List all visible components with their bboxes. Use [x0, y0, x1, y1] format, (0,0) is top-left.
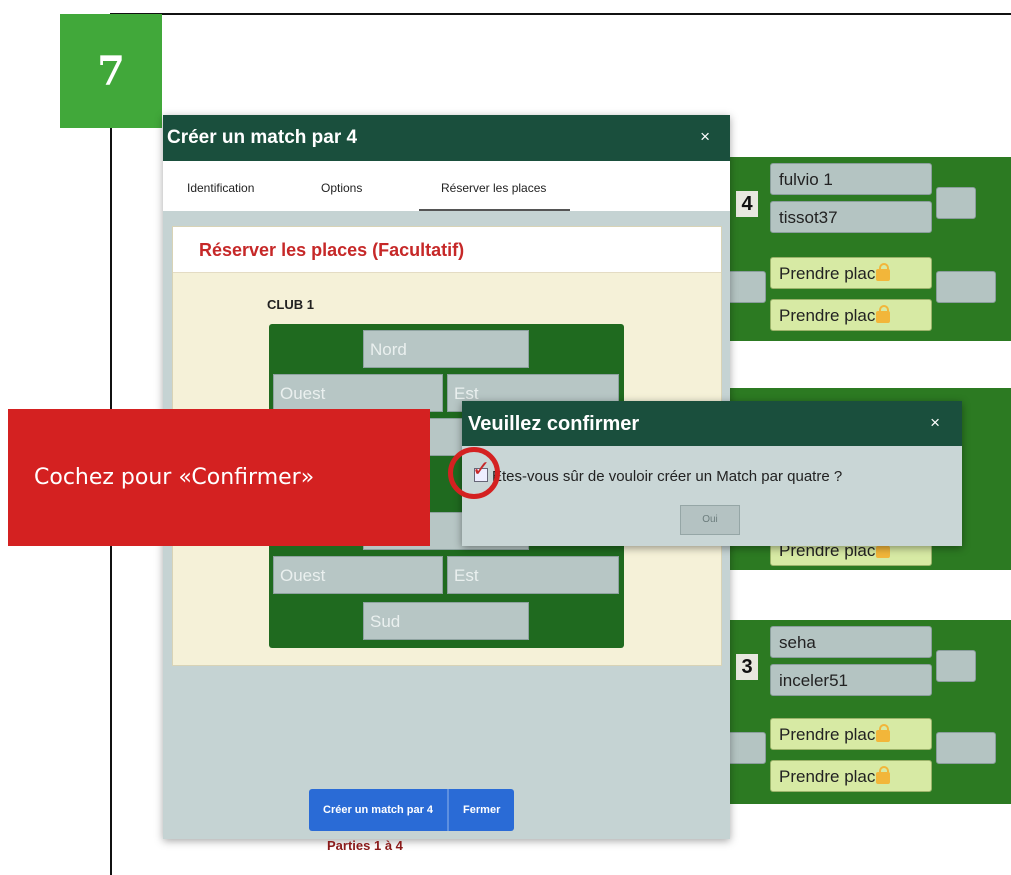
close-button[interactable]: Fermer [449, 789, 515, 831]
confirm-question: Êtes-vous sûr de vouloir créer un Match … [492, 468, 843, 485]
tab-options[interactable]: Options [321, 181, 362, 195]
take-seat-label: Prendre plac [779, 306, 876, 325]
seat-west-2[interactable]: Ouest [273, 556, 443, 594]
background-table-3: 3 seha inceler51 Prendre plac Prendre pl… [720, 620, 1011, 804]
player-name: fulvio 1 [770, 163, 932, 195]
step-badge: 7 [60, 14, 162, 128]
player-name: inceler51 [770, 664, 932, 696]
take-seat-label: Prendre plac [779, 725, 876, 744]
background-partial-text: Parties 1 à 4 [327, 838, 403, 853]
confirm-title: Veuillez confirmer [468, 413, 640, 435]
seat-north-1[interactable]: Nord [363, 330, 529, 368]
take-seat-button[interactable]: Prendre plac [770, 760, 932, 792]
background-table-1: 4 fulvio 1 tissot37 Prendre plac Prendre… [720, 157, 1011, 341]
dialog-header: Créer un match par 4 × [163, 115, 730, 161]
table-number: 4 [736, 191, 758, 217]
close-icon[interactable]: × [700, 127, 710, 147]
table-action-icon[interactable] [936, 650, 976, 682]
player-name: seha [770, 626, 932, 658]
seat-west-1[interactable]: Ouest [273, 374, 443, 412]
confirm-dialog: Veuillez confirmer × ✓ Êtes-vous sûr de … [462, 401, 962, 546]
table-number: 3 [736, 654, 758, 680]
take-seat-button[interactable]: Prendre plac [770, 718, 932, 750]
lock-icon [876, 262, 891, 281]
tab-reserve-seats[interactable]: Réserver les places [419, 181, 571, 211]
player-name: tissot37 [770, 201, 932, 233]
panel-header: Réserver les places (Facultatif) [173, 227, 721, 273]
club-label: CLUB 1 [267, 297, 314, 312]
lock-icon [876, 723, 891, 742]
lock-icon [876, 765, 891, 784]
close-icon[interactable]: × [930, 413, 940, 433]
seat-east-2[interactable]: Est [447, 556, 619, 594]
callout-text: Cochez pour «Confirmer» [34, 465, 315, 490]
tab-bar: Identification Options Réserver les plac… [163, 161, 730, 211]
take-seat-button[interactable]: Prendre plac [770, 299, 932, 331]
yes-button[interactable]: Oui [680, 505, 740, 535]
table-action-icon[interactable] [936, 187, 976, 219]
panel-title: Réserver les places (Facultatif) [199, 240, 465, 260]
instruction-callout: Cochez pour «Confirmer» [8, 409, 430, 546]
take-seat-label: Prendre plac [779, 264, 876, 283]
dialog-footer-buttons: Créer un match par 4 Fermer [309, 789, 515, 831]
lock-icon [876, 539, 891, 558]
seat-south-2[interactable]: Sud [363, 602, 529, 640]
take-seat-label: Prendre plac [779, 767, 876, 786]
table-right-seat[interactable] [936, 271, 996, 303]
lock-icon [876, 304, 891, 323]
table-right-seat[interactable] [936, 732, 996, 764]
confirm-header: Veuillez confirmer × [462, 401, 962, 446]
dialog-title: Créer un match par 4 [167, 127, 358, 148]
create-match-button[interactable]: Créer un match par 4 [309, 789, 448, 831]
tab-identification[interactable]: Identification [187, 181, 254, 195]
highlight-circle [448, 447, 500, 499]
frame-top-border [110, 13, 1011, 15]
take-seat-button[interactable]: Prendre plac [770, 257, 932, 289]
